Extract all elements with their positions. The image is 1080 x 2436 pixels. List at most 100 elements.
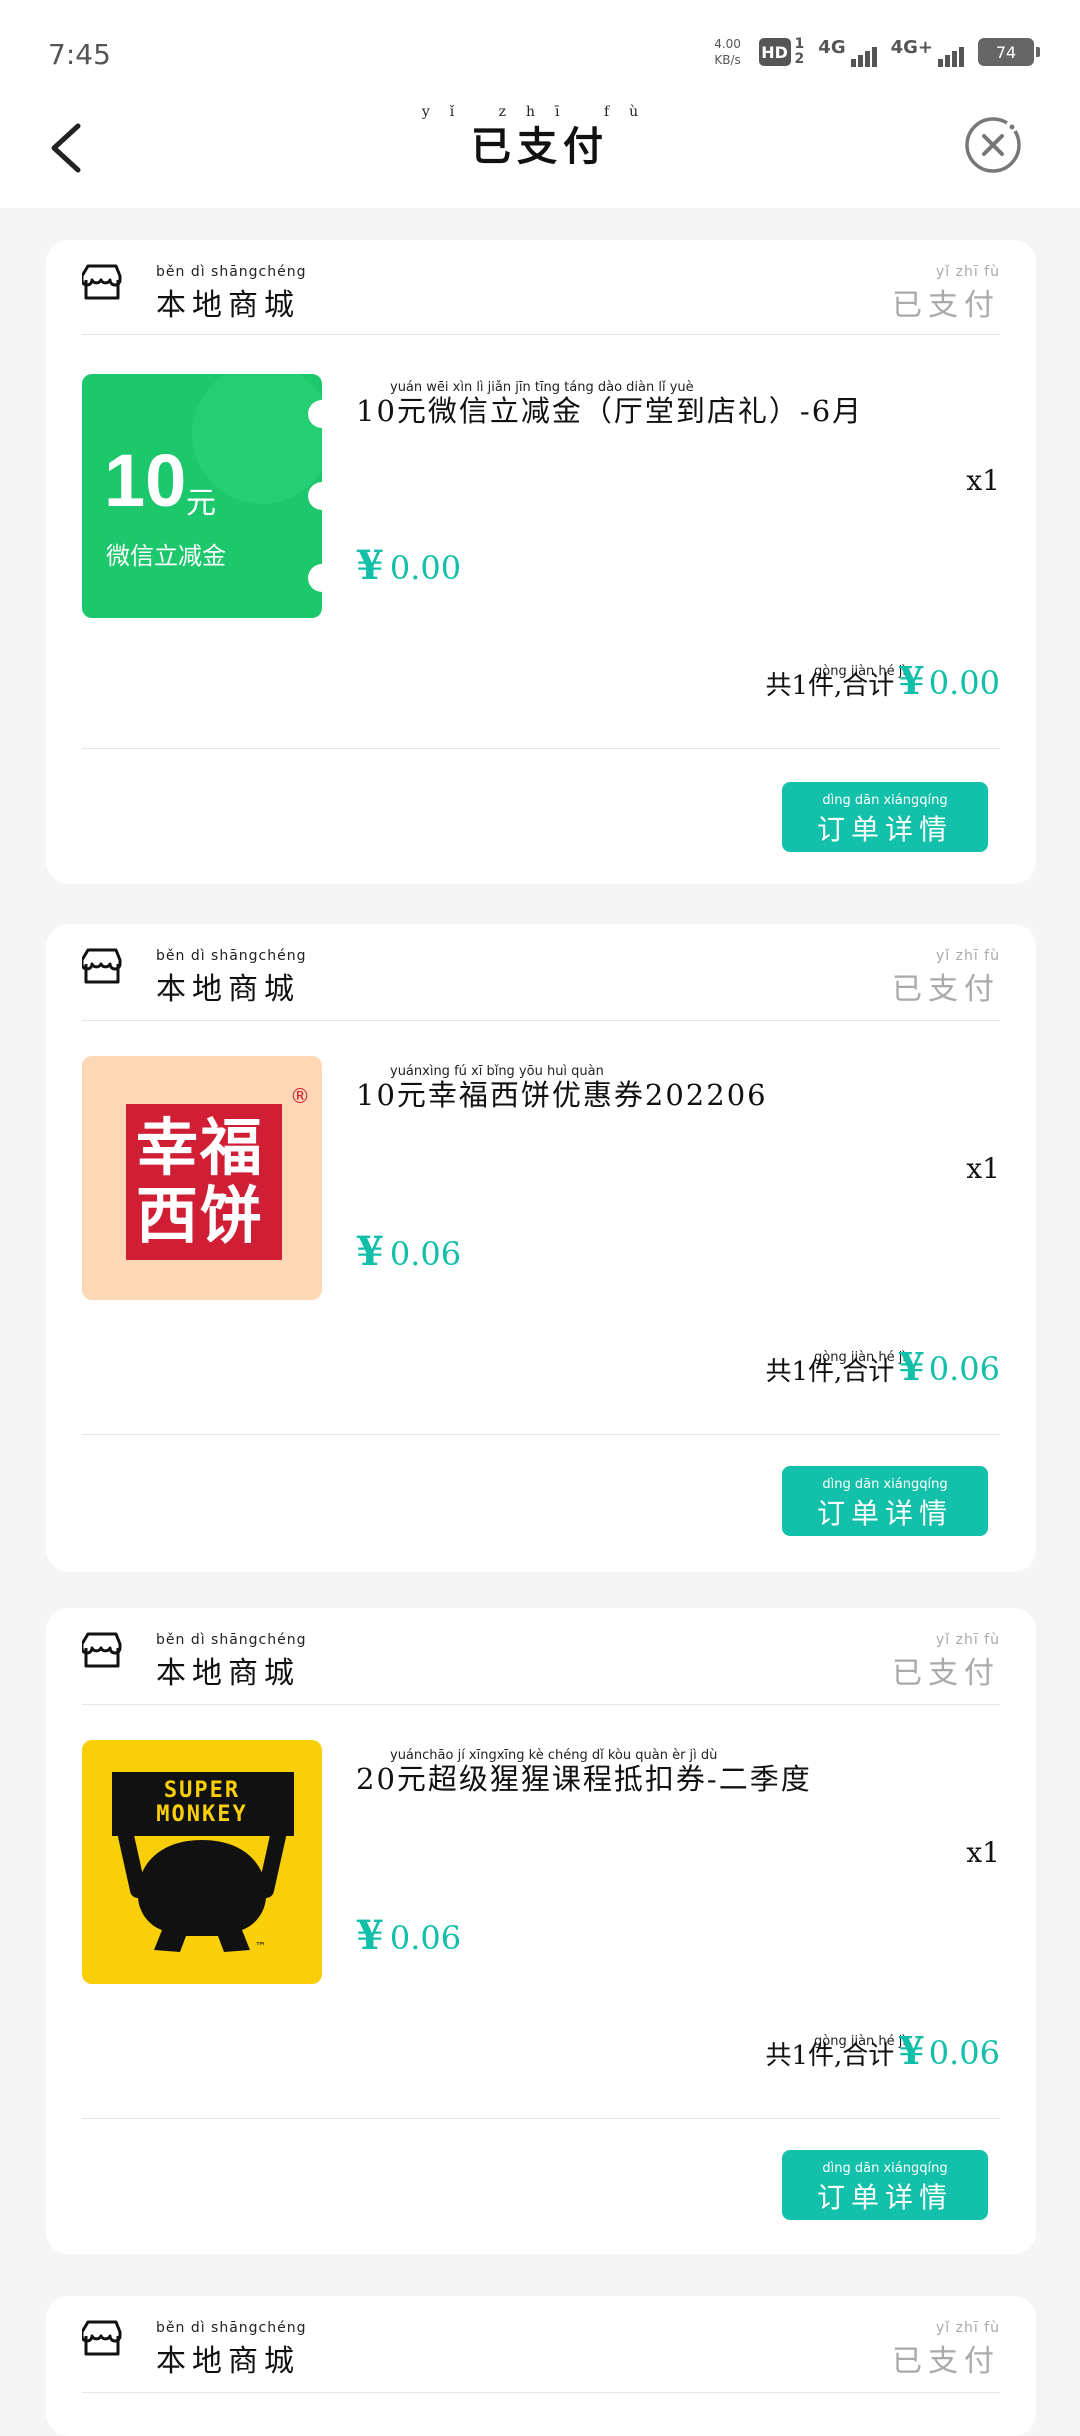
hd-icon: HD — [758, 38, 791, 66]
thumb-caption: 微信立减金 — [106, 542, 226, 570]
brand-logo-line2: MONKEY — [156, 1802, 248, 1827]
shop-name[interactable]: 本地商城 — [156, 964, 300, 1008]
shop-row: běn dì shāngchéng 本地商城 yǐ zhī fù 已支付 — [82, 260, 1000, 323]
button-ruby: dìng dān xiángqíng — [822, 1476, 948, 1492]
total-label: 共1件,合计 — [765, 2041, 895, 2071]
signal-1-icon: 4G — [818, 37, 877, 67]
yen-icon: ¥ — [898, 1344, 925, 1389]
button-label: 订单详情 — [816, 2180, 953, 2214]
order-card: běn dì shāngchéng 本地商城 yǐ zhī fù 已支付 SUP… — [46, 1608, 1036, 2254]
order-status-ruby: yǐ zhī fù — [936, 1632, 1000, 1648]
order-detail-button[interactable]: dìng dān xiángqíng 订单详情 — [782, 2150, 988, 2220]
shop-name-ruby: běn dì shāngchéng — [156, 948, 307, 964]
order-card: běn dì shāngchéng 本地商城 yǐ zhī fù 已支付 10 … — [46, 240, 1036, 884]
order-status: 已支付 — [892, 2344, 1000, 2379]
order-card: běn dì shāngchéng 本地商城 yǐ zhī fù 已支付 幸福西… — [46, 924, 1036, 1572]
shop-row: běn dì shāngchéng 本地商城 yǐ zhī fù 已支付 — [82, 2316, 1000, 2379]
product-thumbnail[interactable]: 幸福西饼 ® — [82, 1056, 322, 1300]
total-value: 0.06 — [928, 2034, 1000, 2072]
product-name[interactable]: 10元微信立减金（厅堂到店礼）-6月 — [356, 388, 863, 430]
price-value: 0.06 — [389, 1235, 462, 1273]
net-speed-value: 4.00 — [714, 37, 741, 51]
yen-icon: ¥ — [356, 1228, 384, 1275]
product-price: ¥0.06 — [356, 1912, 461, 1959]
shop-name[interactable]: 本地商城 — [156, 1648, 300, 1692]
brand-logo-line1: SUPER — [163, 1778, 241, 1803]
close-circle-icon[interactable] — [962, 114, 1024, 176]
yen-icon: ¥ — [356, 542, 384, 589]
order-detail-button[interactable]: dìng dān xiángqíng 订单详情 — [782, 1466, 988, 1536]
button-label: 订单详情 — [816, 1496, 953, 1530]
product-name[interactable]: 10元幸福西饼优惠券202206 — [356, 1072, 768, 1114]
button-ruby: dìng dān xiángqíng — [822, 2160, 948, 2176]
signal-2-icon: 4G+ — [891, 37, 964, 67]
order-total: 共1件,合计 ¥0.00 — [765, 658, 1000, 703]
page-title: 已支付 — [471, 123, 609, 170]
button-label: 订单详情 — [816, 812, 953, 846]
price-value: 0.00 — [389, 549, 462, 587]
thumb-unit: 元 — [186, 486, 216, 521]
brand-logo-text: 幸福西饼 — [136, 1111, 265, 1252]
yen-icon: ¥ — [898, 658, 925, 703]
store-icon — [82, 1632, 122, 1668]
shop-row: běn dì shāngchéng 本地商城 yǐ zhī fù 已支付 — [82, 944, 1000, 1007]
shop-name[interactable]: 本地商城 — [156, 2336, 300, 2380]
signal-1-label: 4G — [818, 37, 846, 58]
total-value: 0.06 — [928, 1350, 1000, 1388]
order-detail-button[interactable]: dìng dān xiángqíng 订单详情 — [782, 782, 988, 852]
divider — [82, 1020, 1000, 1021]
divider — [82, 2392, 1000, 2393]
price-value: 0.06 — [389, 1919, 462, 1957]
product-thumbnail[interactable]: SUPER MONKEY ™ — [82, 1740, 322, 1984]
order-status: 已支付 — [892, 1656, 1000, 1691]
store-icon — [82, 2320, 122, 2356]
quantity: x1 — [966, 464, 1000, 497]
order-card: běn dì shāngchéng 本地商城 yǐ zhī fù 已支付 — [46, 2296, 1036, 2436]
shop-name-ruby: běn dì shāngchéng — [156, 264, 307, 280]
net-speed-unit: KB/s — [714, 53, 741, 67]
shop-name-ruby: běn dì shāngchéng — [156, 1632, 307, 1648]
total-value: 0.00 — [928, 664, 1000, 702]
status-icons: 4.00 KB/s HD 1 2 4G 4G+ 74 — [711, 36, 1040, 68]
product-name[interactable]: 20元超级猩猩课程抵扣券-二季度 — [356, 1756, 812, 1798]
quantity: x1 — [966, 1152, 1000, 1185]
order-total: 共1件,合计 ¥0.06 — [765, 2028, 1000, 2073]
divider — [82, 748, 1000, 749]
quantity: x1 — [966, 1836, 1000, 1869]
trademark-mark: ™ — [255, 1940, 266, 1953]
yen-icon: ¥ — [356, 1912, 384, 1959]
battery-level: 74 — [995, 42, 1017, 62]
net-speed: 4.00 KB/s — [711, 36, 745, 68]
registered-mark: ® — [290, 1084, 310, 1108]
shop-row: běn dì shāngchéng 本地商城 yǐ zhī fù 已支付 — [82, 1628, 1000, 1691]
status-time: 7:45 — [48, 38, 111, 71]
total-label: 共1件,合计 — [765, 671, 895, 701]
shop-name-ruby: běn dì shāngchéng — [156, 2320, 307, 2336]
divider — [82, 2118, 1000, 2119]
order-status-ruby: yǐ zhī fù — [936, 2320, 1000, 2336]
sim-slots: 1 2 — [795, 37, 805, 67]
divider — [82, 334, 1000, 335]
divider — [82, 1434, 1000, 1435]
order-status: 已支付 — [892, 288, 1000, 323]
gorilla-icon — [112, 1772, 294, 1952]
thumb-amount: 10 — [104, 439, 187, 522]
product-thumbnail[interactable]: 10 元 微信立减金 — [82, 374, 322, 618]
product-price: ¥0.06 — [356, 1228, 461, 1275]
sim1-label: 1 — [794, 36, 805, 52]
yen-icon: ¥ — [898, 2028, 925, 2073]
button-ruby: dìng dān xiángqíng — [822, 792, 948, 808]
divider — [82, 1704, 1000, 1705]
order-status-ruby: yǐ zhī fù — [936, 264, 1000, 280]
order-status-ruby: yǐ zhī fù — [936, 948, 1000, 964]
battery-icon: 74 — [978, 38, 1040, 66]
order-status: 已支付 — [892, 972, 1000, 1007]
shop-name[interactable]: 本地商城 — [156, 280, 300, 324]
signal-2-label: 4G+ — [890, 37, 933, 58]
total-label: 共1件,合计 — [765, 1357, 895, 1387]
header: yǐ zhī fù 已支付 — [0, 90, 1080, 208]
store-icon — [82, 264, 122, 300]
order-total: 共1件,合计 ¥0.06 — [765, 1344, 1000, 1389]
product-price: ¥0.00 — [356, 542, 461, 589]
store-icon — [82, 948, 122, 984]
